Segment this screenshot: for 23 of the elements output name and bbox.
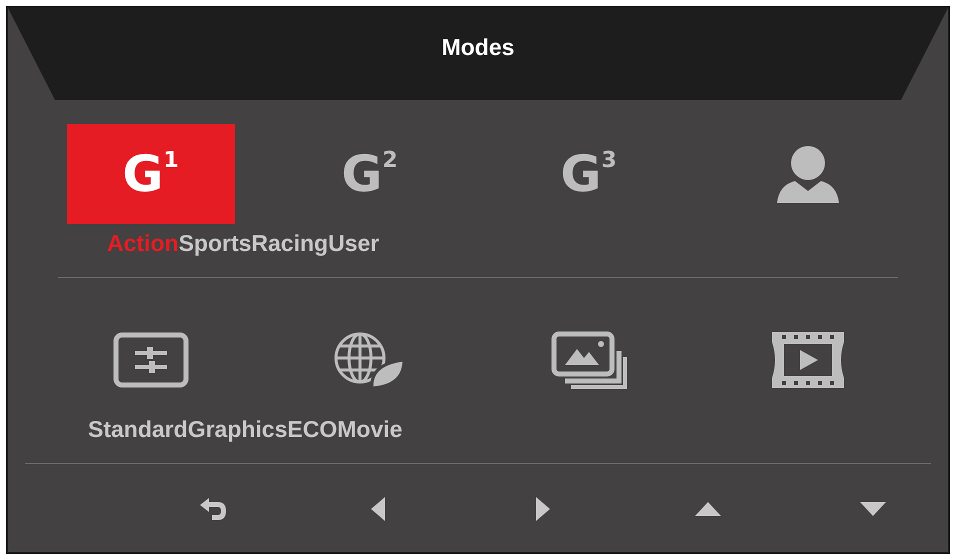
mode-glyph-icon: G$^{2}$ [341, 149, 398, 199]
mode-label: Movie [337, 418, 402, 441]
mode-label: User [328, 232, 380, 255]
mode-tile[interactable]: G$^{1}$ [66, 124, 234, 224]
down-icon[interactable] [858, 501, 886, 517]
left-icon[interactable] [370, 496, 386, 522]
mode-label: Graphics [188, 418, 288, 441]
mode-label: Action [107, 232, 179, 255]
film-icon [770, 330, 846, 390]
mode-tile[interactable]: G$^{2}$ [286, 124, 454, 224]
mode-label: Standard [88, 418, 188, 441]
mode-tile[interactable]: G$^{3}$ [504, 124, 672, 224]
menu-title: Modes [442, 36, 514, 62]
right-icon[interactable] [534, 496, 550, 522]
sliders-icon [112, 332, 188, 388]
mode-label: ECO [287, 418, 338, 441]
mode-glyph-icon: G$^{3}$ [560, 149, 617, 199]
up-icon[interactable] [694, 501, 722, 517]
mode-glyph-icon: G$^{1}$ [122, 149, 179, 199]
mode-label: Sports [178, 232, 252, 255]
pictures-icon [550, 331, 626, 389]
mode-label: Racing [251, 232, 328, 255]
back-icon[interactable] [198, 497, 228, 521]
